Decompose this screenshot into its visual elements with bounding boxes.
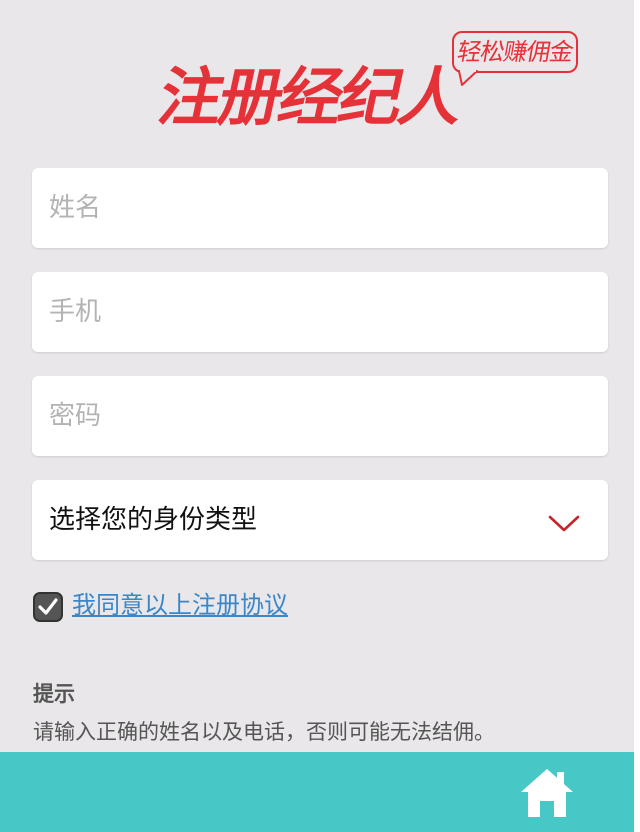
bottom-bar bbox=[0, 752, 634, 832]
role-select[interactable]: 选择您的身份类型 bbox=[32, 480, 608, 560]
logo-badge-text: 轻松赚佣金 bbox=[455, 38, 575, 66]
password-input[interactable] bbox=[32, 376, 608, 456]
chevron-down-icon[interactable] bbox=[548, 515, 580, 533]
tip-title: 提示 bbox=[33, 682, 75, 706]
name-field-container bbox=[32, 168, 608, 248]
logo-title: 注册经纪人 bbox=[152, 61, 468, 134]
checkmark-icon bbox=[38, 598, 58, 615]
phone-field-container bbox=[32, 272, 608, 352]
speech-bubble-tail-icon bbox=[458, 69, 478, 86]
agreement-link[interactable]: 我同意以上注册协议 bbox=[72, 589, 288, 621]
role-select-label: 选择您的身份类型 bbox=[49, 505, 258, 535]
agree-checkbox[interactable] bbox=[33, 592, 63, 622]
name-input[interactable] bbox=[32, 168, 608, 248]
home-icon[interactable] bbox=[519, 767, 575, 819]
tip-text: 请输入正确的姓名以及电话，否则可能无法结佣。 bbox=[33, 720, 495, 744]
logo: 注册经纪人 轻松赚佣金 bbox=[0, 0, 640, 150]
logo-badge: 轻松赚佣金 bbox=[452, 31, 578, 73]
password-field-container bbox=[32, 376, 608, 456]
phone-input[interactable] bbox=[32, 272, 608, 352]
